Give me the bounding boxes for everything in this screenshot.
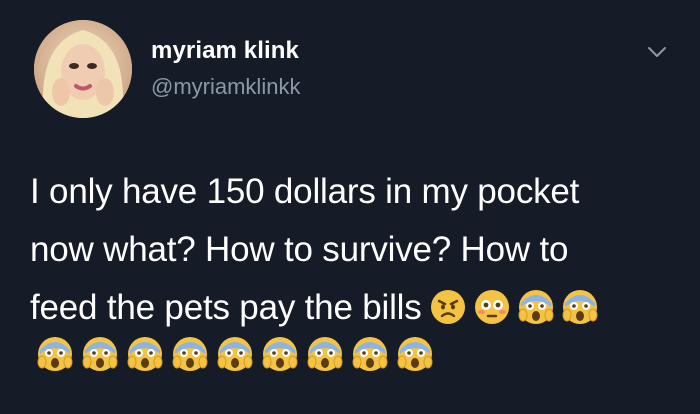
screaming-face-icon xyxy=(262,336,298,372)
emoji-row xyxy=(37,336,442,376)
flushed-face-icon xyxy=(474,289,510,325)
tweet-text-line: I only have 150 dollars in my pocket xyxy=(30,172,580,211)
screaming-face-icon xyxy=(397,336,433,372)
tweet-text-line: feed the pets pay the bills xyxy=(30,279,680,337)
screaming-face-icon xyxy=(352,336,388,372)
profile-photo xyxy=(34,20,132,118)
angry-face-icon xyxy=(430,289,466,325)
tweet-text-line: now what? How to survive? How to xyxy=(30,230,569,269)
screaming-face-icon xyxy=(562,289,598,325)
chevron-down-icon[interactable] xyxy=(646,45,668,59)
screaming-face-icon xyxy=(518,289,554,325)
display-name[interactable]: myriam klink xyxy=(151,37,299,65)
screaming-face-icon xyxy=(217,336,253,372)
screaming-face-icon xyxy=(82,336,118,372)
user-handle[interactable]: @myriamklinkk xyxy=(151,74,300,100)
screaming-face-icon xyxy=(37,336,73,372)
tweet-text: I only have 150 dollars in my pocket now… xyxy=(30,163,680,337)
screaming-face-icon xyxy=(307,336,343,372)
screaming-face-icon xyxy=(172,336,208,372)
tweet-card: myriam klink @myriamklinkk I only have 1… xyxy=(0,0,700,414)
tweet-text-line-content: feed the pets pay the bills xyxy=(30,288,422,327)
screaming-face-icon xyxy=(127,336,163,372)
avatar[interactable] xyxy=(34,20,132,118)
